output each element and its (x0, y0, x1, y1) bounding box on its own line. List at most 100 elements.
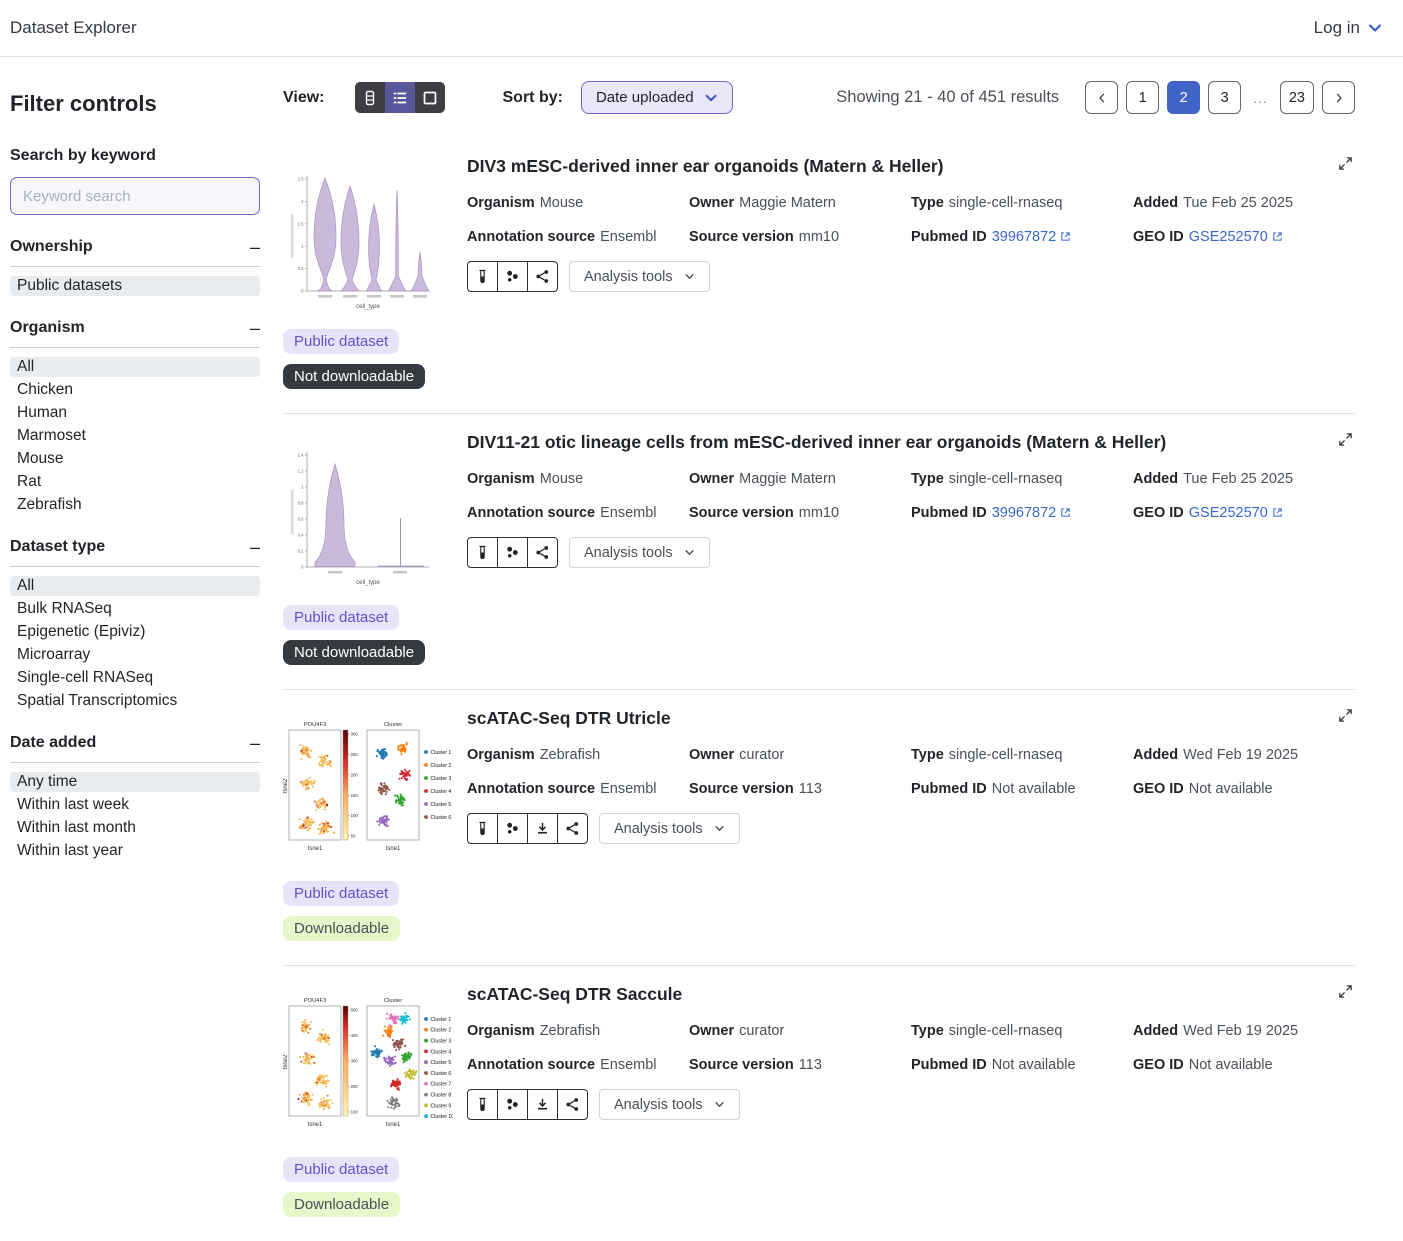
filter-option-epigenetic[interactable]: Epigenetic (Epiviz) (10, 622, 260, 642)
filter-option-microarray[interactable]: Microarray (10, 645, 260, 665)
list-view-button[interactable] (385, 82, 415, 113)
expand-button[interactable] (1336, 706, 1355, 728)
filter-option-any-time[interactable]: Any time (10, 772, 260, 792)
dataset-thumbnail[interactable]: 2.521.510.50 (283, 164, 467, 319)
test-tube-icon (475, 1097, 490, 1112)
field-annotation-source: Annotation sourceEnsembl (467, 505, 689, 521)
analysis-tools-button[interactable]: Analysis tools (599, 1089, 740, 1120)
field-owner: OwnerMaggie Matern (689, 471, 911, 487)
field-source-version: Source versionmm10 (689, 229, 911, 245)
clustering-button[interactable] (497, 813, 528, 844)
filter-option-mouse[interactable]: Mouse (10, 449, 260, 469)
pubmed-link[interactable]: 39967872 (992, 505, 1057, 521)
filter-option-within-last-year[interactable]: Within last year (10, 841, 260, 861)
filter-section-organism: Organism – All Chicken Human Marmoset Mo… (10, 319, 260, 515)
filter-option-all[interactable]: All (10, 576, 260, 596)
download-icon (535, 821, 550, 836)
svg-text:50: 50 (351, 834, 356, 839)
filter-option-within-last-week[interactable]: Within last week (10, 795, 260, 815)
view-label: View: (283, 89, 325, 107)
filter-option-spatial-transcriptomics[interactable]: Spatial Transcriptomics (10, 691, 260, 711)
share-button[interactable] (557, 1089, 588, 1120)
clustering-button[interactable] (497, 1089, 528, 1120)
filter-option-marmoset[interactable]: Marmoset (10, 426, 260, 446)
analysis-tools-button[interactable]: Analysis tools (569, 261, 710, 292)
filter-option-bulk-rnaseq[interactable]: Bulk RNASeq (10, 599, 260, 619)
filter-option-human[interactable]: Human (10, 403, 260, 423)
dataset-thumbnail[interactable]: POU4F3 Cluster 100200300400500Cluster 1C… (283, 992, 467, 1147)
field-organism: OrganismMouse (467, 471, 689, 487)
keyword-search-input[interactable] (10, 177, 260, 215)
svg-text:tsne1: tsne1 (386, 846, 401, 852)
filter-option-single-cell-rnaseq[interactable]: Single-cell RNASeq (10, 668, 260, 688)
analysis-tools-button[interactable]: Analysis tools (569, 537, 710, 568)
results-main: View: Sort by: Date uploaded Sho (273, 57, 1403, 1241)
expand-button[interactable] (1336, 982, 1355, 1004)
field-owner: Ownercurator (689, 1023, 911, 1039)
download-button[interactable] (527, 813, 558, 844)
svg-text:Cluster 7: Cluster 7 (431, 1082, 452, 1088)
clustering-icon (505, 1097, 520, 1112)
geo-link[interactable]: GSE252570 (1189, 505, 1268, 521)
dataset-thumbnail[interactable]: 1.41.210.80.60.40.20 cell_type (283, 440, 467, 595)
field-source-version: Source version113 (689, 1057, 911, 1073)
dataset-title: DIV11-21 otic lineage cells from mESC-de… (467, 432, 1355, 453)
svg-text:2.5: 2.5 (298, 177, 304, 182)
field-type: Typesingle-cell-rnaseq (911, 747, 1133, 763)
clustering-button[interactable] (497, 537, 528, 568)
page-button-2-active[interactable]: 2 (1167, 81, 1200, 114)
svg-text:Cluster 1: Cluster 1 (431, 1017, 452, 1023)
section-label: Ownership (10, 238, 93, 256)
field-source-version: Source versionmm10 (689, 505, 911, 521)
previous-page-button[interactable] (1085, 81, 1118, 114)
view-toggle-group (355, 82, 445, 113)
filter-option-public-datasets[interactable]: Public datasets (10, 276, 260, 296)
page-button-1[interactable]: 1 (1126, 81, 1159, 114)
sample-info-button[interactable] (467, 813, 498, 844)
table-view-button[interactable] (355, 82, 385, 113)
sort-dropdown[interactable]: Date uploaded (581, 81, 733, 114)
share-button[interactable] (527, 537, 558, 568)
dataset-thumbnail[interactable]: POU4F3 Cluster 50100150200250300Cluster … (283, 716, 467, 871)
login-button[interactable]: Log in (1314, 18, 1383, 38)
external-link-icon (1272, 231, 1283, 242)
expand-button[interactable] (1336, 154, 1355, 176)
svg-text:0.5: 0.5 (298, 266, 304, 271)
page-button-3[interactable]: 3 (1208, 81, 1241, 114)
filter-option-within-last-month[interactable]: Within last month (10, 818, 260, 838)
sample-info-button[interactable] (467, 537, 498, 568)
share-button[interactable] (527, 261, 558, 292)
clustering-button[interactable] (497, 261, 528, 292)
download-button[interactable] (527, 1089, 558, 1120)
analysis-tools-button[interactable]: Analysis tools (599, 813, 740, 844)
svg-text:0.2: 0.2 (298, 549, 304, 554)
collapse-minus-icon[interactable]: – (250, 238, 260, 256)
share-button[interactable] (557, 813, 588, 844)
card-view-button[interactable] (415, 82, 445, 113)
violin-plot-thumbnail: 1.41.210.80.60.40.20 cell_type (283, 440, 433, 590)
filter-option-zebrafish[interactable]: Zebrafish (10, 495, 260, 515)
app-title: Dataset Explorer (10, 18, 137, 38)
filter-option-chicken[interactable]: Chicken (10, 380, 260, 400)
svg-text:Cluster 1: Cluster 1 (431, 750, 452, 756)
svg-text:200: 200 (351, 1084, 359, 1089)
svg-text:Cluster 2: Cluster 2 (431, 763, 452, 769)
collapse-minus-icon[interactable]: – (250, 734, 260, 752)
field-source-version: Source version113 (689, 781, 911, 797)
expand-button[interactable] (1336, 430, 1355, 452)
filter-option-all[interactable]: All (10, 357, 260, 377)
sort-value: Date uploaded (596, 89, 694, 106)
sample-info-button[interactable] (467, 1089, 498, 1120)
pubmed-link[interactable]: 39967872 (992, 229, 1057, 245)
dataset-title: scATAC-Seq DTR Saccule (467, 984, 1355, 1005)
filter-option-rat[interactable]: Rat (10, 472, 260, 492)
svg-text:tsne1: tsne1 (386, 1122, 401, 1128)
geo-link[interactable]: GSE252570 (1189, 229, 1268, 245)
collapse-minus-icon[interactable]: – (250, 319, 260, 337)
filter-section-ownership: Ownership – Public datasets (10, 238, 260, 296)
next-page-button[interactable] (1322, 81, 1355, 114)
sample-info-button[interactable] (467, 261, 498, 292)
page-button-23[interactable]: 23 (1280, 81, 1314, 114)
collapse-minus-icon[interactable]: – (250, 538, 260, 556)
section-label: Organism (10, 319, 85, 337)
